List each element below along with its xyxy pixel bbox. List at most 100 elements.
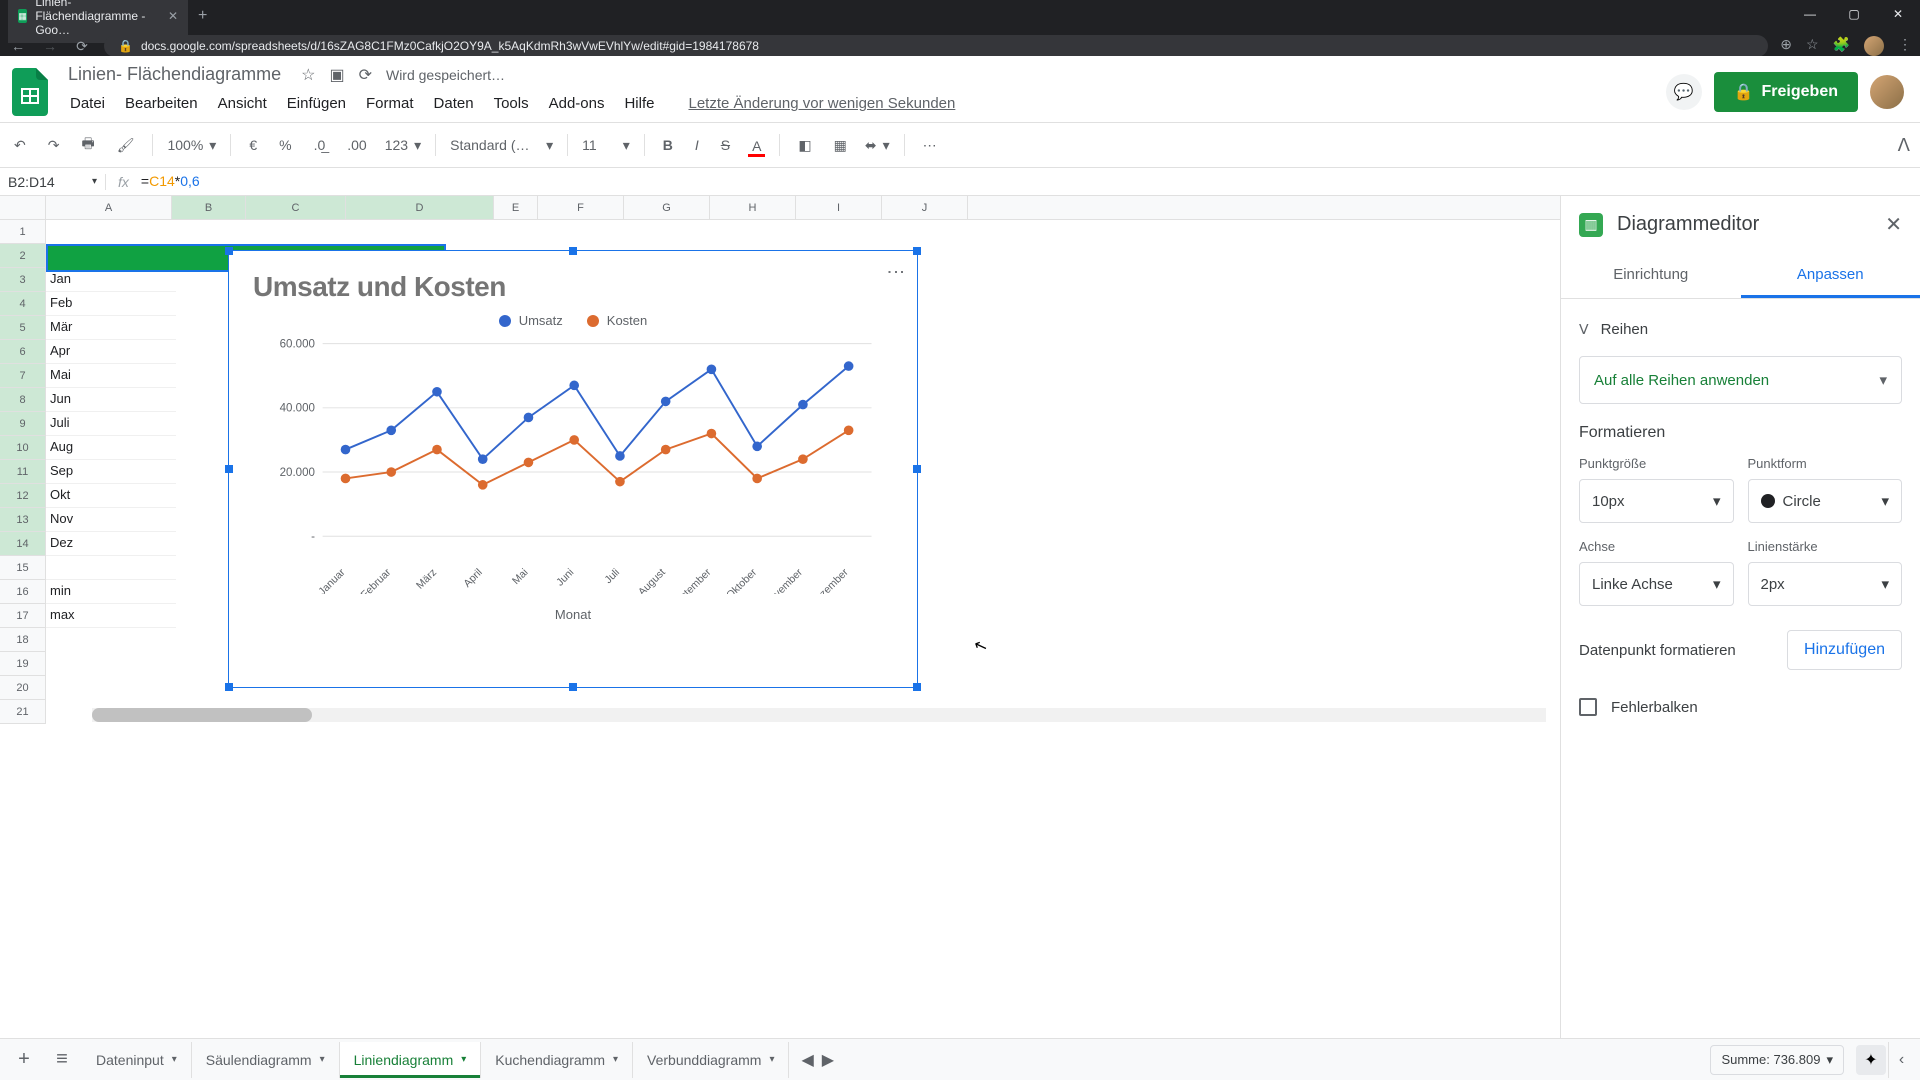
sheets-logo-icon[interactable] bbox=[10, 67, 50, 117]
menu-file[interactable]: Datei bbox=[62, 91, 113, 116]
apply-all-select[interactable]: Auf alle Reihen anwenden▾ bbox=[1579, 356, 1902, 404]
sheet-tab[interactable]: Säulendiagramm▾ bbox=[192, 1042, 340, 1078]
tab-customize[interactable]: Anpassen bbox=[1741, 254, 1920, 298]
row-header[interactable]: 12 bbox=[0, 484, 46, 508]
fill-color-button[interactable]: ◧ bbox=[794, 133, 815, 158]
window-controls[interactable]: —▢✕ bbox=[1788, 0, 1920, 28]
menu-tools[interactable]: Tools bbox=[486, 91, 537, 116]
number-format-select[interactable]: 123▾ bbox=[385, 137, 421, 154]
share-button[interactable]: 🔒 Freigeben bbox=[1714, 72, 1858, 112]
italic-button[interactable]: I bbox=[691, 133, 703, 157]
chart-title[interactable]: Umsatz und Kosten bbox=[229, 251, 917, 313]
cell[interactable]: Juli bbox=[46, 412, 176, 436]
tab-scroll-left[interactable]: ◀ bbox=[801, 1050, 813, 1070]
last-edit-link[interactable]: Letzte Änderung vor wenigen Sekunden bbox=[680, 91, 963, 116]
new-tab-button[interactable]: + bbox=[188, 7, 217, 25]
row-header[interactable]: 20 bbox=[0, 676, 46, 700]
zoom-select[interactable]: 100%▾ bbox=[167, 137, 216, 154]
currency-button[interactable]: € bbox=[245, 133, 261, 157]
pointshape-select[interactable]: Circle▾ bbox=[1748, 479, 1903, 523]
cell[interactable]: Jun bbox=[46, 388, 176, 412]
cell[interactable]: Mär bbox=[46, 316, 176, 340]
row-header[interactable]: 21 bbox=[0, 700, 46, 724]
sheet-tab[interactable]: Verbunddiagramm▾ bbox=[633, 1042, 789, 1078]
column-header[interactable]: A bbox=[46, 196, 172, 219]
sheet-tab[interactable]: Liniendiagramm▾ bbox=[340, 1042, 482, 1078]
menu-view[interactable]: Ansicht bbox=[210, 91, 275, 116]
row-header[interactable]: 3 bbox=[0, 268, 46, 292]
column-header[interactable]: H bbox=[710, 196, 796, 219]
move-icon[interactable]: ▣ bbox=[329, 65, 344, 85]
menu-insert[interactable]: Einfügen bbox=[279, 91, 354, 116]
row-header[interactable]: 17 bbox=[0, 604, 46, 628]
add-datapoint-button[interactable]: Hinzufügen bbox=[1787, 630, 1902, 670]
bold-button[interactable]: B bbox=[659, 133, 677, 157]
star-icon[interactable]: ☆ bbox=[301, 65, 315, 85]
menu-icon[interactable]: ⋮ bbox=[1898, 36, 1912, 56]
section-series[interactable]: ᐯ Reihen bbox=[1579, 313, 1902, 356]
side-panel-toggle[interactable]: ‹ bbox=[1888, 1042, 1914, 1078]
errorbars-checkbox[interactable]: Fehlerbalken bbox=[1579, 670, 1902, 716]
row-header[interactable]: 5 bbox=[0, 316, 46, 340]
comments-icon[interactable]: 💬 bbox=[1666, 74, 1702, 110]
collapse-toolbar-button[interactable]: ᐱ bbox=[1898, 135, 1910, 156]
row-header[interactable]: 6 bbox=[0, 340, 46, 364]
chart-menu-icon[interactable]: ⋮ bbox=[885, 263, 907, 280]
row-header[interactable]: 11 bbox=[0, 460, 46, 484]
more-button[interactable]: ⋯ bbox=[919, 133, 941, 158]
strike-button[interactable]: S bbox=[717, 133, 734, 157]
cell[interactable]: min bbox=[46, 580, 176, 604]
column-header[interactable]: B bbox=[172, 196, 246, 219]
cell[interactable]: Apr bbox=[46, 340, 176, 364]
back-button[interactable]: ← bbox=[8, 38, 28, 54]
menu-addons[interactable]: Add-ons bbox=[541, 91, 613, 116]
formula-input[interactable]: =C14*0,6 bbox=[141, 173, 200, 190]
linewidth-select[interactable]: 2px▾ bbox=[1748, 562, 1903, 606]
menu-edit[interactable]: Bearbeiten bbox=[117, 91, 206, 116]
select-all-corner[interactable] bbox=[0, 196, 46, 219]
undo-button[interactable]: ↶ bbox=[10, 133, 30, 158]
cell[interactable]: Mai bbox=[46, 364, 176, 388]
merge-button[interactable]: ⬌ ▾ bbox=[865, 137, 890, 154]
reload-button[interactable]: ⟳ bbox=[72, 38, 92, 55]
tab-scroll-right[interactable]: ▶ bbox=[822, 1050, 834, 1070]
pointsize-select[interactable]: 10px▾ bbox=[1579, 479, 1734, 523]
column-header[interactable]: E bbox=[494, 196, 538, 219]
redo-button[interactable]: ↷ bbox=[44, 133, 64, 158]
column-header[interactable]: G bbox=[624, 196, 710, 219]
column-header[interactable]: D bbox=[346, 196, 494, 219]
row-header[interactable]: 4 bbox=[0, 292, 46, 316]
legend-item[interactable]: Kosten bbox=[587, 313, 647, 328]
all-sheets-button[interactable]: ≡ bbox=[44, 1042, 80, 1078]
row-header[interactable]: 16 bbox=[0, 580, 46, 604]
row-header[interactable]: 13 bbox=[0, 508, 46, 532]
add-sheet-button[interactable]: + bbox=[6, 1042, 42, 1078]
account-avatar[interactable] bbox=[1870, 75, 1904, 109]
axis-select[interactable]: Linke Achse▾ bbox=[1579, 562, 1734, 606]
sheet-tab[interactable]: Dateninput▾ bbox=[82, 1042, 192, 1078]
zoom-icon[interactable]: ⊕ bbox=[1780, 36, 1792, 56]
row-header[interactable]: 15 bbox=[0, 556, 46, 580]
borders-button[interactable]: ▦ bbox=[830, 133, 851, 158]
text-color-button[interactable]: A bbox=[748, 134, 765, 157]
tab-close-icon[interactable]: ✕ bbox=[168, 9, 178, 23]
name-box[interactable]: B2:D14▾ bbox=[0, 174, 106, 190]
tab-setup[interactable]: Einrichtung bbox=[1561, 254, 1741, 298]
close-icon[interactable]: ✕ bbox=[1885, 212, 1902, 237]
extensions-icon[interactable]: 🧩 bbox=[1833, 36, 1850, 56]
font-size-select[interactable]: 11▾ bbox=[582, 137, 630, 154]
print-button[interactable]: 🖶 bbox=[77, 129, 98, 161]
row-header[interactable]: 2 bbox=[0, 244, 46, 268]
menu-help[interactable]: Hilfe bbox=[616, 91, 662, 116]
cell[interactable]: max bbox=[46, 604, 176, 628]
row-header[interactable]: 14 bbox=[0, 532, 46, 556]
horizontal-scrollbar[interactable] bbox=[92, 708, 1546, 722]
menu-data[interactable]: Daten bbox=[426, 91, 482, 116]
cell[interactable]: Jan bbox=[46, 268, 176, 292]
address-bar[interactable]: 🔒 docs.google.com/spreadsheets/d/16sZAG8… bbox=[104, 35, 1768, 57]
quicksum-select[interactable]: Summe: 736.809▾ bbox=[1710, 1045, 1844, 1075]
row-header[interactable]: 9 bbox=[0, 412, 46, 436]
column-header[interactable]: J bbox=[882, 196, 968, 219]
row-header[interactable]: 8 bbox=[0, 388, 46, 412]
cell[interactable]: Feb bbox=[46, 292, 176, 316]
